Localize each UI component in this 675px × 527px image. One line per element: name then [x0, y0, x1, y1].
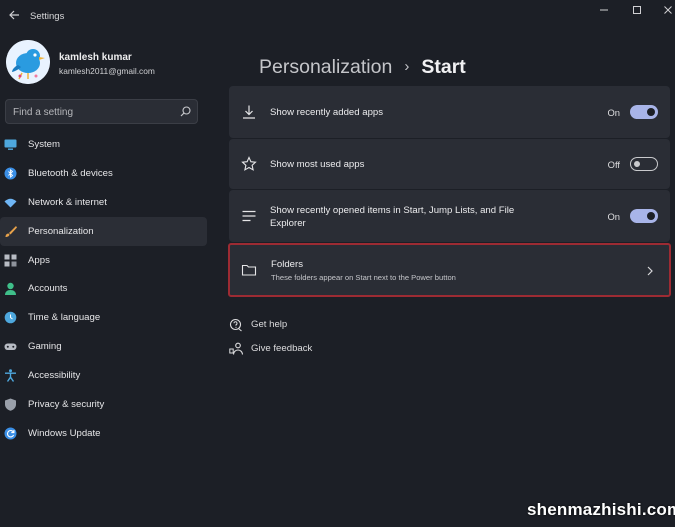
sidebar-item-label: Accounts [28, 283, 68, 295]
sidebar-item-label: Apps [28, 254, 50, 266]
folders-setting[interactable]: Folders These folders appear on Start ne… [228, 243, 671, 297]
person-icon [4, 282, 17, 296]
toggle-state: On [607, 211, 620, 222]
accessibility-icon [4, 369, 17, 383]
sidebar-item-privacy[interactable]: Privacy & security [0, 390, 210, 419]
sidebar-item-gaming[interactable]: Gaming [0, 332, 210, 361]
sidebar-item-label: Gaming [28, 341, 62, 353]
sidebar-item-accounts[interactable]: Accounts [0, 274, 210, 303]
close-icon[interactable] [658, 4, 675, 18]
sidebar-item-apps[interactable]: Apps [0, 246, 210, 275]
sidebar-item-label: Privacy & security [28, 399, 105, 411]
brush-icon [4, 225, 17, 238]
breadcrumb: Personalization › Start [259, 56, 466, 79]
search-input[interactable] [13, 104, 173, 120]
search-icon[interactable] [179, 105, 192, 118]
title-bar: Settings [0, 0, 675, 32]
back-arrow-icon[interactable] [6, 8, 22, 24]
avatar [6, 40, 50, 84]
toggle-state: Off [607, 159, 620, 170]
sidebar-item-label: Bluetooth & devices [28, 167, 113, 179]
setting-recently-added-apps: Show recently added apps On [229, 86, 670, 138]
folders-subtitle: These folders appear on Start next to th… [271, 273, 456, 282]
watermark-text: shenmazhishi.com [527, 500, 675, 519]
bluetooth-icon [4, 167, 17, 180]
folders-title: Folders [271, 259, 303, 270]
sidebar-item-network[interactable]: Network & internet [0, 188, 210, 217]
sidebar-item-label: Time & language [28, 312, 101, 324]
maximize-icon[interactable] [627, 4, 647, 18]
most-used-toggle[interactable] [630, 157, 658, 171]
globe-clock-icon [4, 311, 17, 324]
monitor-icon [4, 138, 17, 151]
window-title: Settings [30, 11, 65, 22]
user-email: kamlesh2011@gmail.com [59, 66, 155, 76]
recently-opened-toggle[interactable] [630, 209, 658, 223]
breadcrumb-parent[interactable]: Personalization [259, 56, 392, 78]
give-feedback-label: Give feedback [251, 343, 313, 354]
sidebar-item-personalization[interactable]: Personalization [0, 216, 207, 246]
page-title: Start [421, 56, 466, 78]
setting-most-used-apps: Show most used apps Off [229, 139, 670, 189]
recently-added-toggle[interactable] [630, 105, 658, 119]
sidebar-item-accessibility[interactable]: Accessibility [0, 361, 210, 390]
sidebar-item-label: Accessibility [28, 370, 81, 382]
setting-label: Show recently added apps [270, 107, 384, 118]
apps-icon [4, 254, 17, 267]
minimize-icon[interactable] [594, 4, 614, 18]
sidebar-item-time-language[interactable]: Time & language [0, 303, 210, 332]
feedback-icon [229, 342, 244, 356]
sidebar-item-system[interactable]: System [0, 130, 210, 159]
download-icon [241, 104, 257, 120]
setting-label: Show most used apps [270, 159, 365, 170]
setting-label: Show recently opened items in Start, Jum… [270, 205, 515, 229]
setting-recently-opened-items: Show recently opened items in Start, Jum… [229, 190, 670, 242]
user-name: kamlesh kumar [59, 52, 132, 63]
sidebar-nav: System Bluetooth & devices Network & int… [0, 130, 210, 448]
update-icon [4, 427, 17, 440]
list-icon [241, 208, 257, 224]
folder-icon [241, 262, 257, 278]
sidebar-item-label: System [28, 139, 60, 150]
toggle-state: On [607, 107, 620, 118]
sidebar-item-windows-update[interactable]: Windows Update [0, 419, 210, 448]
get-help-label: Get help [251, 319, 288, 330]
wifi-icon [4, 196, 17, 209]
sidebar-item-bluetooth[interactable]: Bluetooth & devices [0, 159, 210, 188]
sidebar-item-label: Network & internet [28, 196, 107, 208]
user-profile[interactable]: kamlesh kumar kamlesh2011@gmail.com [6, 40, 206, 86]
search-box[interactable] [5, 99, 198, 124]
gamepad-icon [4, 340, 17, 353]
shield-icon [4, 398, 17, 411]
star-icon [241, 156, 257, 172]
help-chat-icon [229, 318, 243, 332]
breadcrumb-separator: › [404, 58, 410, 75]
sidebar-item-label: Windows Update [28, 427, 101, 439]
sidebar-item-label: Personalization [28, 225, 94, 237]
chevron-right-icon [645, 264, 655, 276]
